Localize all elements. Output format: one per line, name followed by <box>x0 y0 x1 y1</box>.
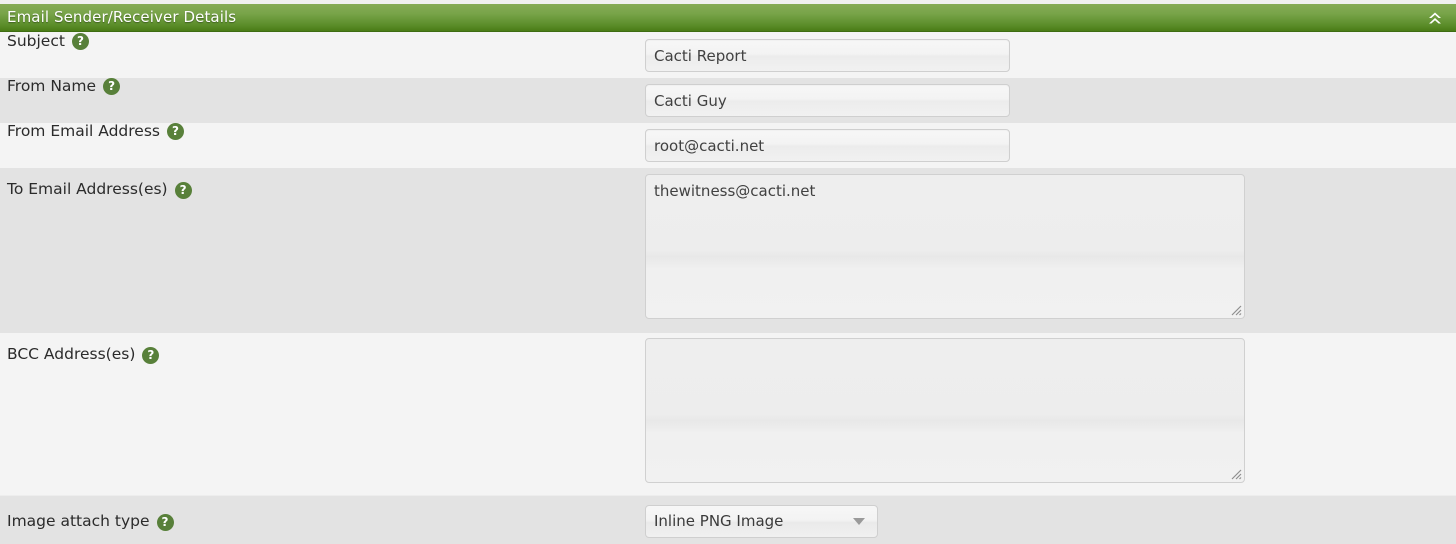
form-row-from-email: From Email Address ? <box>0 123 1456 168</box>
field-label: From Name <box>7 76 97 95</box>
field-label: Image attach type <box>7 512 150 531</box>
page-title: Email Sender/Receiver Details <box>7 8 237 26</box>
form-row-bcc: BCC Address(es) ? <box>0 333 1456 495</box>
help-icon[interactable]: ? <box>103 78 121 95</box>
image-attach-type-select[interactable]: Inline PNG Image <box>645 505 878 538</box>
field-label: BCC Address(es) <box>7 345 136 364</box>
settings-form: Subject ? From Name ? From Email Address… <box>0 33 1456 544</box>
field-cell-from-email <box>645 123 1456 162</box>
help-icon[interactable]: ? <box>142 346 160 364</box>
select-box[interactable]: Inline PNG Image <box>645 505 878 538</box>
panel-header[interactable]: Email Sender/Receiver Details <box>0 4 1456 32</box>
to-email-textarea-wrap <box>645 174 1245 319</box>
field-label: Subject <box>7 31 65 50</box>
from-email-input[interactable] <box>645 129 1010 162</box>
bcc-textarea-wrap <box>645 338 1245 483</box>
email-settings-panel: Email Sender/Receiver Details Subject ? … <box>0 0 1456 544</box>
subject-input[interactable] <box>645 39 1010 72</box>
label-cell-to-email: To Email Address(es) ? <box>0 168 645 212</box>
field-cell-image-attach-type: Inline PNG Image <box>645 496 1456 538</box>
label-cell-bcc: BCC Address(es) ? <box>0 333 645 377</box>
bcc-textarea[interactable] <box>645 338 1245 483</box>
to-email-textarea[interactable] <box>645 174 1245 319</box>
chevron-down-icon[interactable] <box>853 518 865 525</box>
form-row-subject: Subject ? <box>0 33 1456 78</box>
form-row-from-name: From Name ? <box>0 78 1456 123</box>
field-label: From Email Address <box>7 121 160 140</box>
form-row-image-attach-type: Image attach type ? Inline PNG Image <box>0 495 1456 544</box>
field-cell-to-email <box>645 168 1456 319</box>
from-name-input[interactable] <box>645 84 1010 117</box>
help-icon[interactable]: ? <box>174 181 192 199</box>
help-icon[interactable]: ? <box>156 513 174 531</box>
form-row-to-email: To Email Address(es) ? <box>0 168 1456 333</box>
select-selected-value: Inline PNG Image <box>654 512 784 530</box>
label-cell-image-attach-type: Image attach type ? <box>0 496 645 544</box>
field-cell-bcc <box>645 333 1456 483</box>
help-icon[interactable]: ? <box>167 123 184 140</box>
double-chevron-up-icon[interactable] <box>1424 7 1446 29</box>
label-cell-from-email: From Email Address ? <box>0 123 645 140</box>
field-cell-from-name <box>645 78 1456 117</box>
label-cell-from-name: From Name ? <box>0 78 645 95</box>
help-icon[interactable]: ? <box>71 33 89 50</box>
field-cell-subject <box>645 33 1456 72</box>
label-cell-subject: Subject ? <box>0 33 645 50</box>
field-label: To Email Address(es) <box>7 180 168 199</box>
